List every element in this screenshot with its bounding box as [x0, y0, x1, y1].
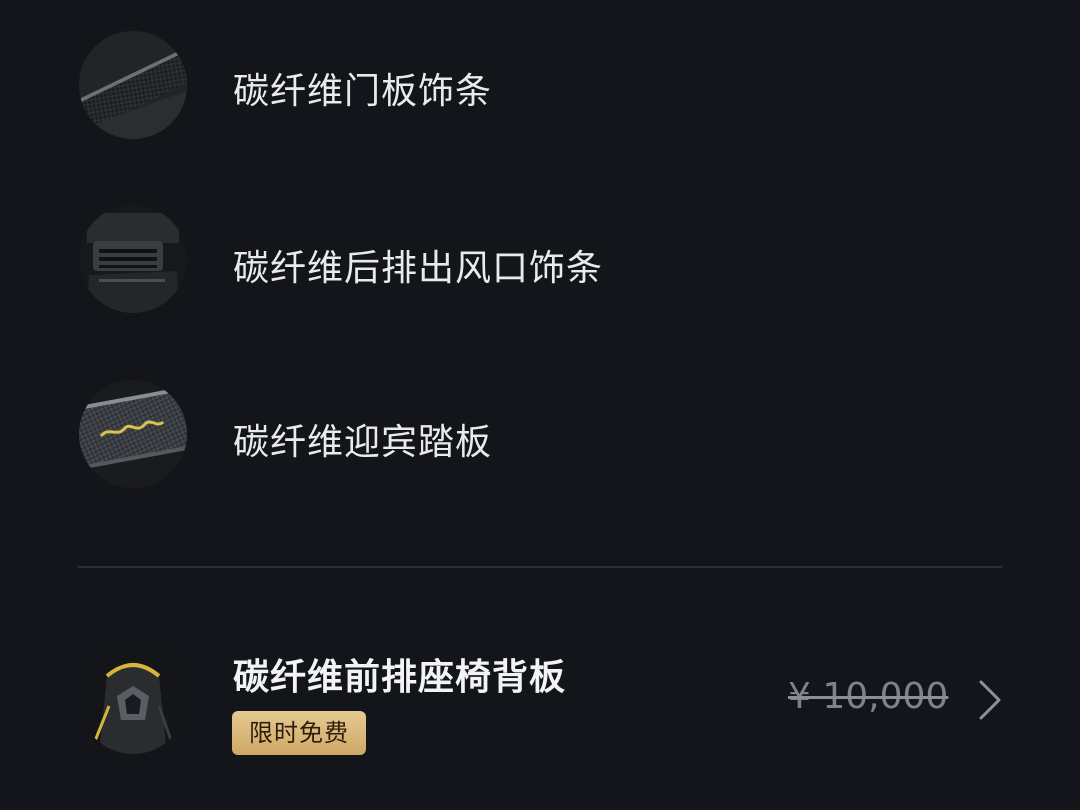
limited-free-badge: 限时免费 — [232, 711, 366, 755]
featured-item-label: 碳纤维前排座椅背板 — [233, 657, 567, 698]
list-item-sill-plate[interactable]: 碳纤维迎宾踏板 — [0, 350, 1080, 530]
item-label: 碳纤维迎宾踏板 — [233, 422, 493, 463]
accessory-list-page: 碳纤维门板饰条 碳纤维后排出风口饰条 碳纤维迎宾踏板 碳纤维前排座椅背板 限时免… — [0, 0, 1080, 810]
item-label: 碳纤维后排出风口饰条 — [233, 248, 604, 289]
sill-plate-thumbnail — [79, 380, 187, 488]
door-trim-thumbnail — [79, 31, 187, 139]
item-label: 碳纤维门板饰条 — [233, 71, 493, 112]
seat-back-thumbnail — [79, 646, 187, 754]
list-item-rear-vent-trim[interactable]: 碳纤维后排出风口饰条 — [0, 170, 1080, 350]
rear-vent-trim-thumbnail — [79, 205, 187, 313]
original-price: ¥ 10,000 — [788, 676, 949, 717]
list-item-door-trim[interactable]: 碳纤维门板饰条 — [0, 0, 1080, 170]
chevron-right-icon[interactable] — [975, 680, 1005, 720]
